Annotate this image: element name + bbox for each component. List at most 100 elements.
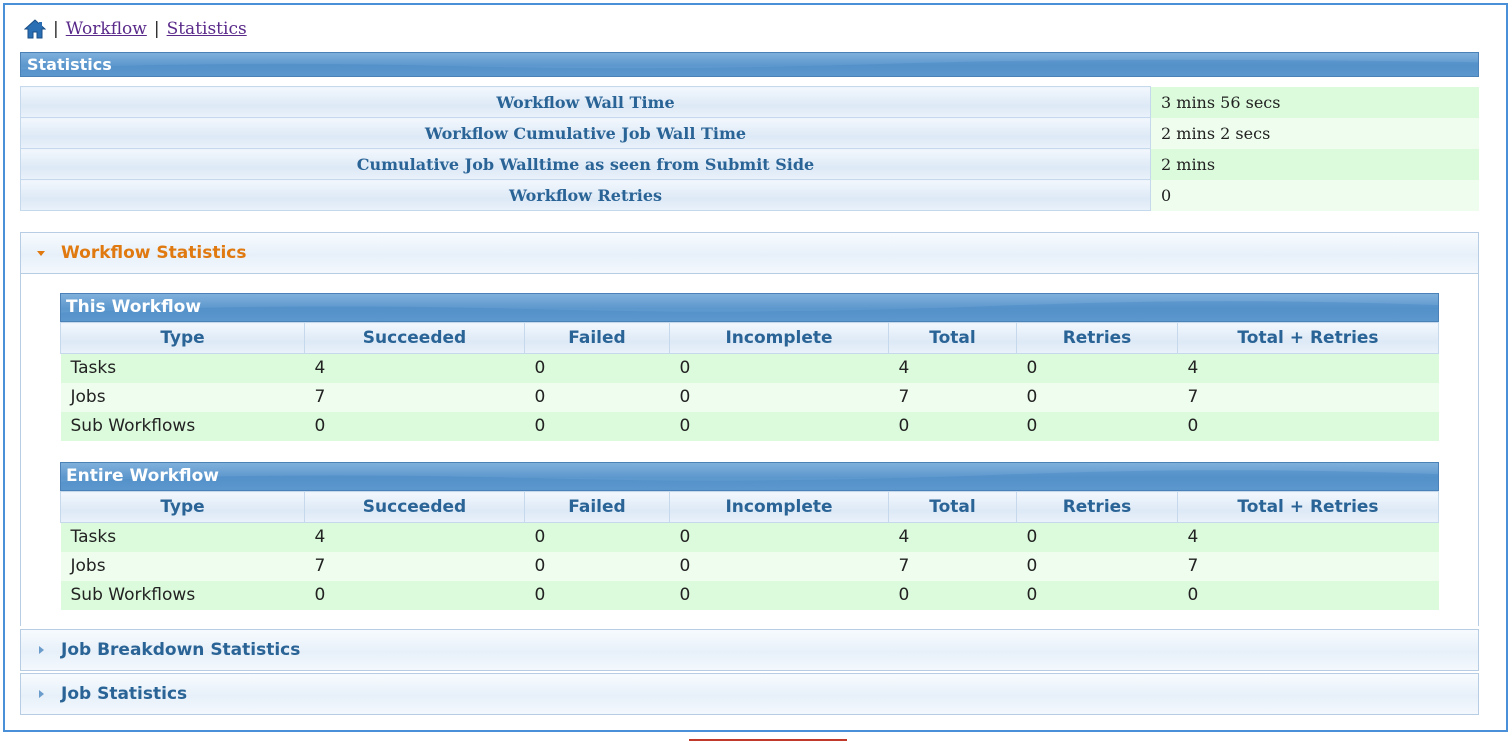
table-cell: 0 bbox=[524, 551, 670, 581]
table-cell: 0 bbox=[524, 382, 670, 412]
column-header: Total bbox=[888, 491, 1017, 523]
entire-workflow-title: Entire Workflow bbox=[66, 466, 219, 486]
table-cell: 0 bbox=[669, 522, 889, 552]
entire-workflow-block: Entire Workflow Type Succeeded Failed In… bbox=[60, 462, 1439, 610]
entire-workflow-table: Type Succeeded Failed Incomplete Total R… bbox=[60, 491, 1439, 610]
statistics-summary-table: Workflow Wall Time 3 mins 56 secs Workfl… bbox=[20, 86, 1479, 211]
job-statistics-toggle[interactable]: Job Statistics bbox=[21, 674, 1478, 714]
table-cell: Jobs bbox=[60, 551, 305, 581]
this-workflow-table: Type Succeeded Failed Incomplete Total R… bbox=[60, 322, 1439, 441]
statistics-header-title: Statistics bbox=[27, 55, 112, 74]
statistics-header: Statistics bbox=[20, 52, 1479, 77]
column-header: Succeeded bbox=[304, 322, 525, 354]
job-statistics-panel: Job Statistics bbox=[20, 673, 1479, 715]
table-cell: 7 bbox=[888, 382, 1017, 412]
table-row: Sub Workflows 0 0 0 0 0 0 bbox=[60, 411, 1439, 441]
table-cell: 0 bbox=[1016, 353, 1178, 383]
table-cell: 7 bbox=[304, 382, 525, 412]
table-cell: Tasks bbox=[60, 522, 305, 552]
table-cell: 7 bbox=[888, 551, 1017, 581]
table-cell: 7 bbox=[1177, 382, 1439, 412]
table-cell: 7 bbox=[304, 551, 525, 581]
column-header: Type bbox=[60, 322, 305, 354]
table-cell: 0 bbox=[524, 522, 670, 552]
summary-value: 2 mins 2 secs bbox=[1150, 117, 1479, 149]
table-cell: 7 bbox=[1177, 551, 1439, 581]
table-row: Tasks 4 0 0 4 0 4 bbox=[60, 353, 1439, 383]
table-cell: 0 bbox=[888, 580, 1017, 610]
table-row: Jobs 7 0 0 7 0 7 bbox=[60, 382, 1439, 412]
table-cell: 0 bbox=[524, 353, 670, 383]
summary-row: Cumulative Job Walltime as seen from Sub… bbox=[20, 148, 1479, 180]
summary-label: Cumulative Job Walltime as seen from Sub… bbox=[20, 148, 1151, 180]
summary-row: Workflow Retries 0 bbox=[20, 179, 1479, 211]
table-cell: 0 bbox=[1016, 580, 1178, 610]
table-row: Jobs 7 0 0 7 0 7 bbox=[60, 551, 1439, 581]
table-cell: 0 bbox=[1177, 411, 1439, 441]
table-cell: 0 bbox=[669, 551, 889, 581]
home-icon[interactable] bbox=[24, 18, 46, 40]
table-cell: 0 bbox=[888, 411, 1017, 441]
table-cell: 4 bbox=[888, 522, 1017, 552]
column-header: Retries bbox=[1016, 491, 1178, 523]
column-header: Total bbox=[888, 322, 1017, 354]
this-workflow-block: This Workflow Type Succeeded Failed Inco… bbox=[60, 293, 1439, 441]
this-workflow-title: This Workflow bbox=[66, 297, 202, 317]
job-breakdown-statistics-panel: Job Breakdown Statistics bbox=[20, 629, 1479, 671]
summary-label: Workflow Retries bbox=[20, 179, 1151, 211]
breadcrumb-workflow-link[interactable]: Workflow bbox=[66, 19, 147, 39]
table-cell: 4 bbox=[304, 522, 525, 552]
table-cell: 0 bbox=[669, 411, 889, 441]
column-header: Total + Retries bbox=[1177, 491, 1439, 523]
table-cell: 4 bbox=[1177, 353, 1439, 383]
job-breakdown-statistics-toggle[interactable]: Job Breakdown Statistics bbox=[21, 630, 1478, 670]
table-row: Sub Workflows 0 0 0 0 0 0 bbox=[60, 580, 1439, 610]
breadcrumb-statistics-link[interactable]: Statistics bbox=[167, 19, 247, 39]
table-cell: 0 bbox=[304, 580, 525, 610]
workflow-statistics-toggle[interactable]: Workflow Statistics bbox=[21, 233, 1478, 273]
table-cell: 0 bbox=[1177, 580, 1439, 610]
job-statistics-title: Job Statistics bbox=[61, 684, 188, 704]
table-cell: Jobs bbox=[60, 382, 305, 412]
table-cell: Tasks bbox=[60, 353, 305, 383]
summary-row: Workflow Cumulative Job Wall Time 2 mins… bbox=[20, 117, 1479, 149]
table-cell: Sub Workflows bbox=[60, 411, 305, 441]
table-cell: 0 bbox=[1016, 382, 1178, 412]
triangle-right-icon bbox=[39, 646, 44, 654]
table-cell: 0 bbox=[304, 411, 525, 441]
breadcrumb: | Workflow | Statistics bbox=[24, 17, 247, 41]
triangle-right-icon bbox=[39, 690, 44, 698]
column-header: Incomplete bbox=[669, 491, 889, 523]
triangle-down-icon bbox=[37, 251, 45, 256]
table-cell: 0 bbox=[524, 411, 670, 441]
table-cell: 4 bbox=[1177, 522, 1439, 552]
summary-value: 0 bbox=[1150, 179, 1479, 211]
workflow-statistics-body: This Workflow Type Succeeded Failed Inco… bbox=[21, 273, 1478, 626]
table-cell: 4 bbox=[888, 353, 1017, 383]
table-cell: 0 bbox=[524, 580, 670, 610]
workflow-statistics-panel: Workflow Statistics This Workflow Type S… bbox=[20, 232, 1479, 626]
breadcrumb-separator: | bbox=[153, 19, 160, 39]
table-cell: 0 bbox=[1016, 411, 1178, 441]
table-cell: 0 bbox=[669, 382, 889, 412]
summary-label: Workflow Wall Time bbox=[20, 86, 1151, 118]
table-cell: 0 bbox=[1016, 551, 1178, 581]
entire-workflow-header: Entire Workflow bbox=[60, 462, 1439, 491]
summary-label: Workflow Cumulative Job Wall Time bbox=[20, 117, 1151, 149]
this-workflow-header: This Workflow bbox=[60, 293, 1439, 322]
table-cell: 4 bbox=[304, 353, 525, 383]
column-header: Failed bbox=[524, 491, 670, 523]
table-cell: 0 bbox=[669, 580, 889, 610]
column-header: Failed bbox=[524, 322, 670, 354]
workflow-statistics-title: Workflow Statistics bbox=[61, 243, 247, 263]
column-header: Incomplete bbox=[669, 322, 889, 354]
summary-value: 3 mins 56 secs bbox=[1150, 86, 1479, 118]
job-breakdown-statistics-title: Job Breakdown Statistics bbox=[61, 640, 301, 660]
table-cell: 0 bbox=[669, 353, 889, 383]
column-header: Succeeded bbox=[304, 491, 525, 523]
breadcrumb-separator: | bbox=[53, 19, 59, 39]
column-header: Type bbox=[60, 491, 305, 523]
summary-row: Workflow Wall Time 3 mins 56 secs bbox=[20, 86, 1479, 118]
column-header: Retries bbox=[1016, 322, 1178, 354]
table-cell: 0 bbox=[1016, 522, 1178, 552]
